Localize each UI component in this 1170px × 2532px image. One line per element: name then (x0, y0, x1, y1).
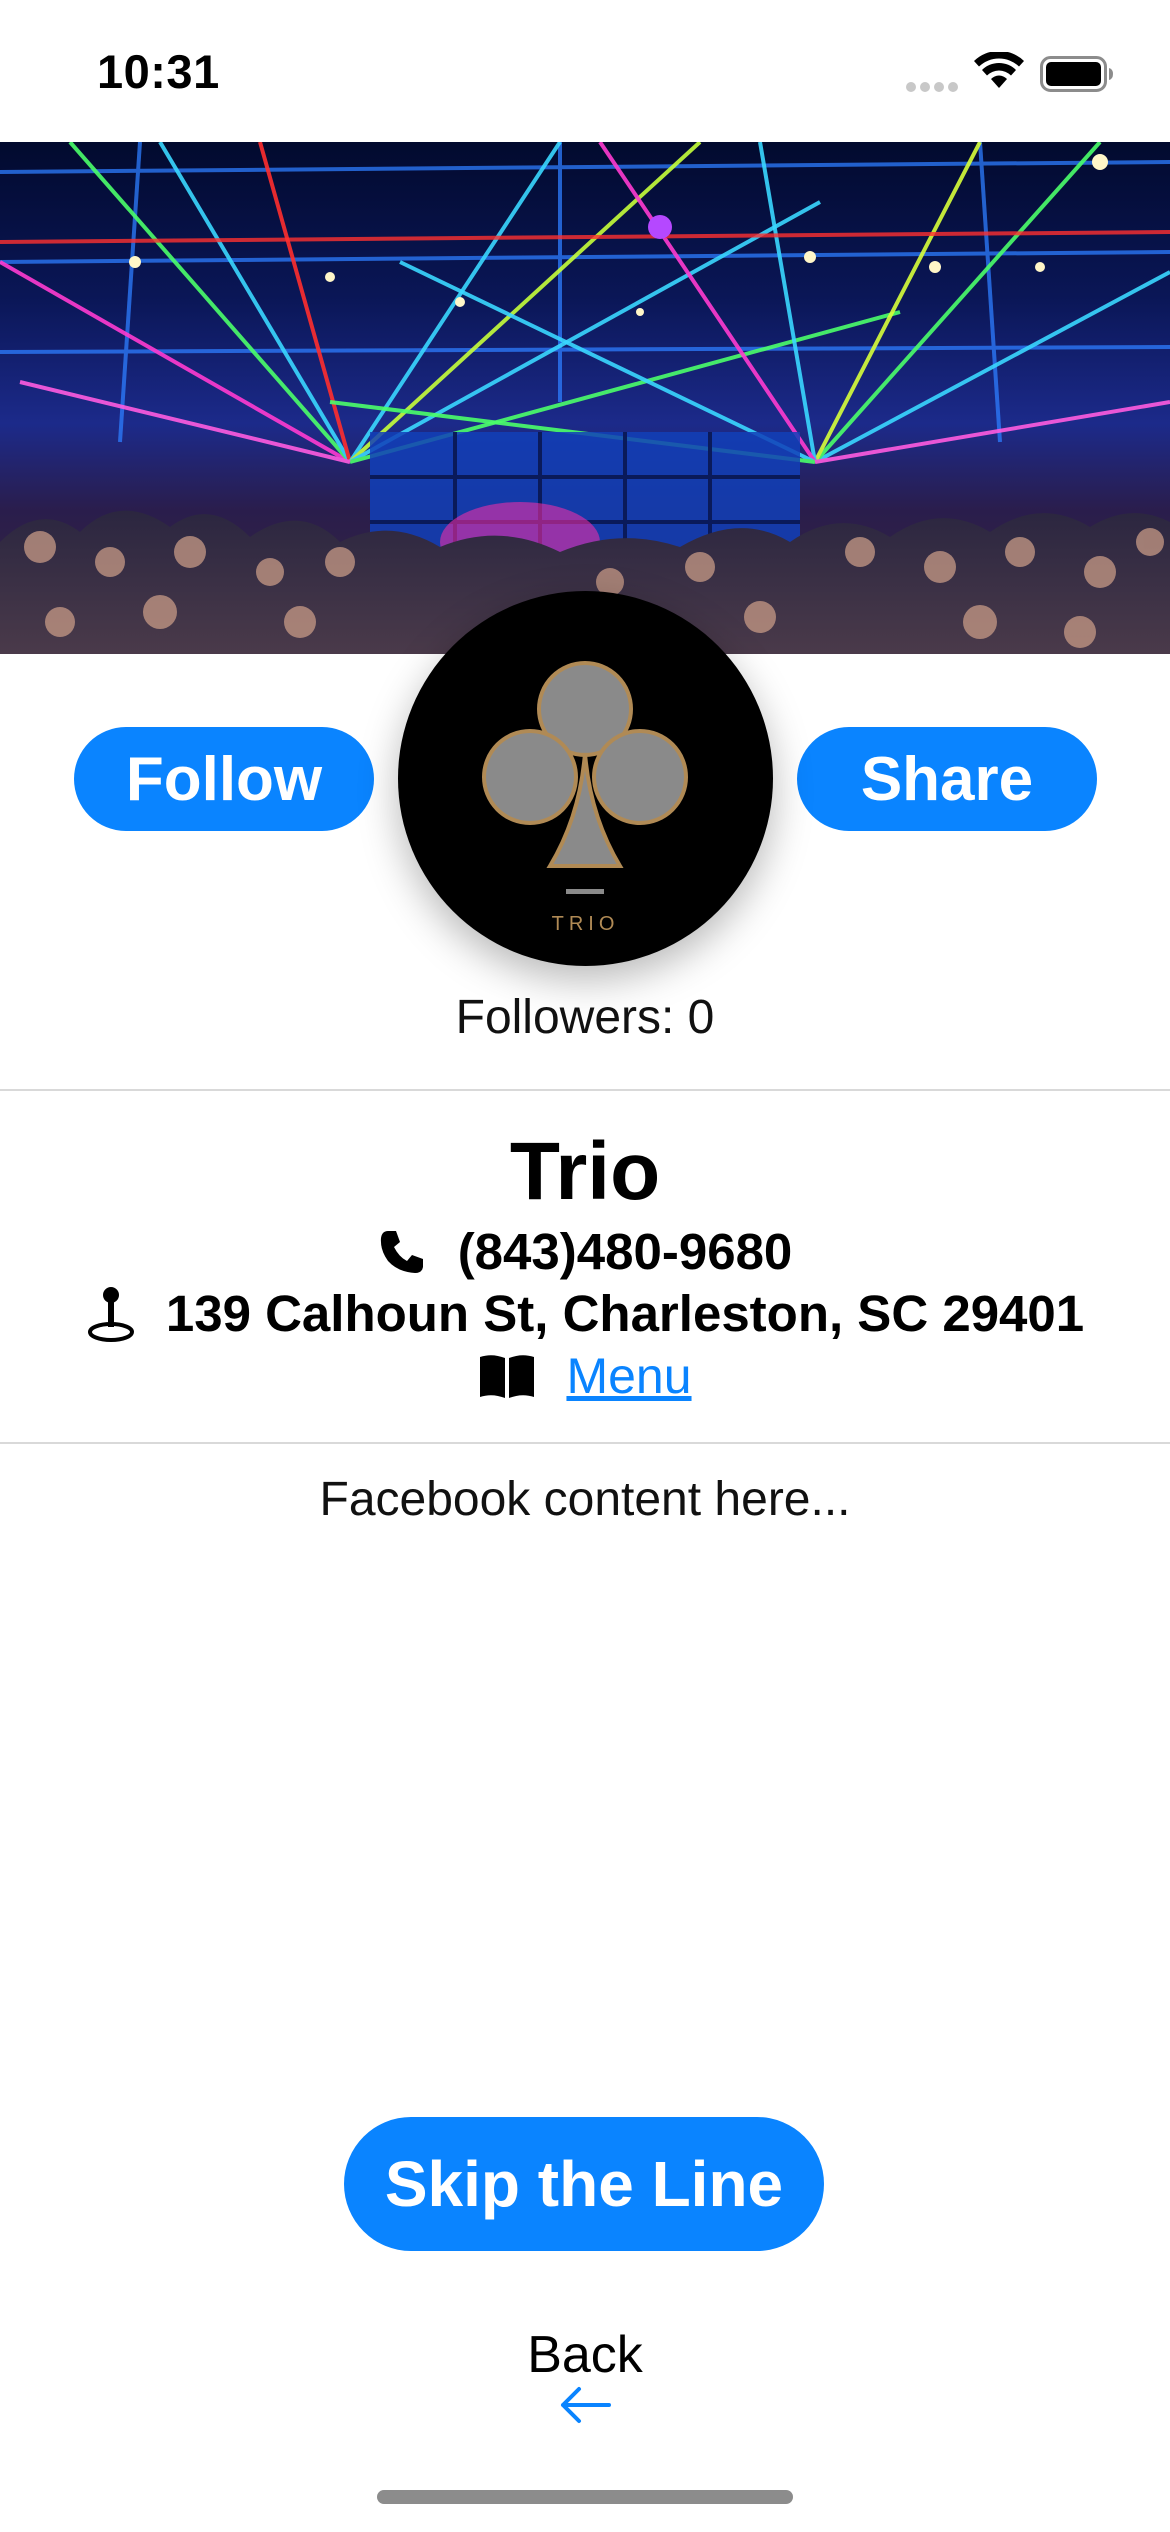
address-row[interactable]: 139 Calhoun St, Charleston, SC 29401 (0, 1284, 1170, 1343)
club-suit-icon (482, 661, 688, 894)
status-time: 10:31 (97, 45, 220, 98)
menu-link[interactable]: Menu (566, 1347, 691, 1405)
followers-count: Followers: 0 (455, 991, 715, 1044)
follow-button[interactable]: Follow (74, 727, 374, 831)
back-label[interactable]: Back (0, 2325, 1170, 2385)
phone-number[interactable]: (843)480-9680 (458, 1222, 793, 1281)
divider-top (0, 1089, 1170, 1091)
venue-profile-screen: 10:31 Follow Share TRIO Followers: 0 Tri… (0, 0, 1170, 2532)
phone-icon (380, 1230, 423, 1273)
venue-banner-image (0, 142, 1170, 654)
menu-row[interactable]: Menu (0, 1347, 1170, 1405)
address-text[interactable]: 139 Calhoun St, Charleston, SC 29401 (166, 1284, 1084, 1343)
home-indicator[interactable] (377, 2490, 793, 2504)
venue-logo: TRIO (398, 591, 773, 966)
book-icon (480, 1355, 535, 1398)
logo-wordmark: TRIO (551, 913, 620, 935)
joystick-location-icon (87, 1286, 134, 1342)
wifi-icon (974, 52, 1024, 88)
status-bar: 10:31 (0, 0, 1170, 142)
share-button[interactable]: Share (797, 727, 1097, 831)
divider-bottom (0, 1442, 1170, 1444)
back-arrow-icon[interactable] (559, 2385, 611, 2425)
cellular-signal-icon (906, 82, 958, 92)
facebook-content-placeholder: Facebook content here... (319, 1473, 851, 1526)
battery-icon (1040, 56, 1113, 92)
phone-row[interactable]: (843)480-9680 (0, 1222, 1170, 1281)
venue-name: Trio (509, 1126, 661, 1217)
skip-the-line-button[interactable]: Skip the Line (344, 2117, 824, 2251)
